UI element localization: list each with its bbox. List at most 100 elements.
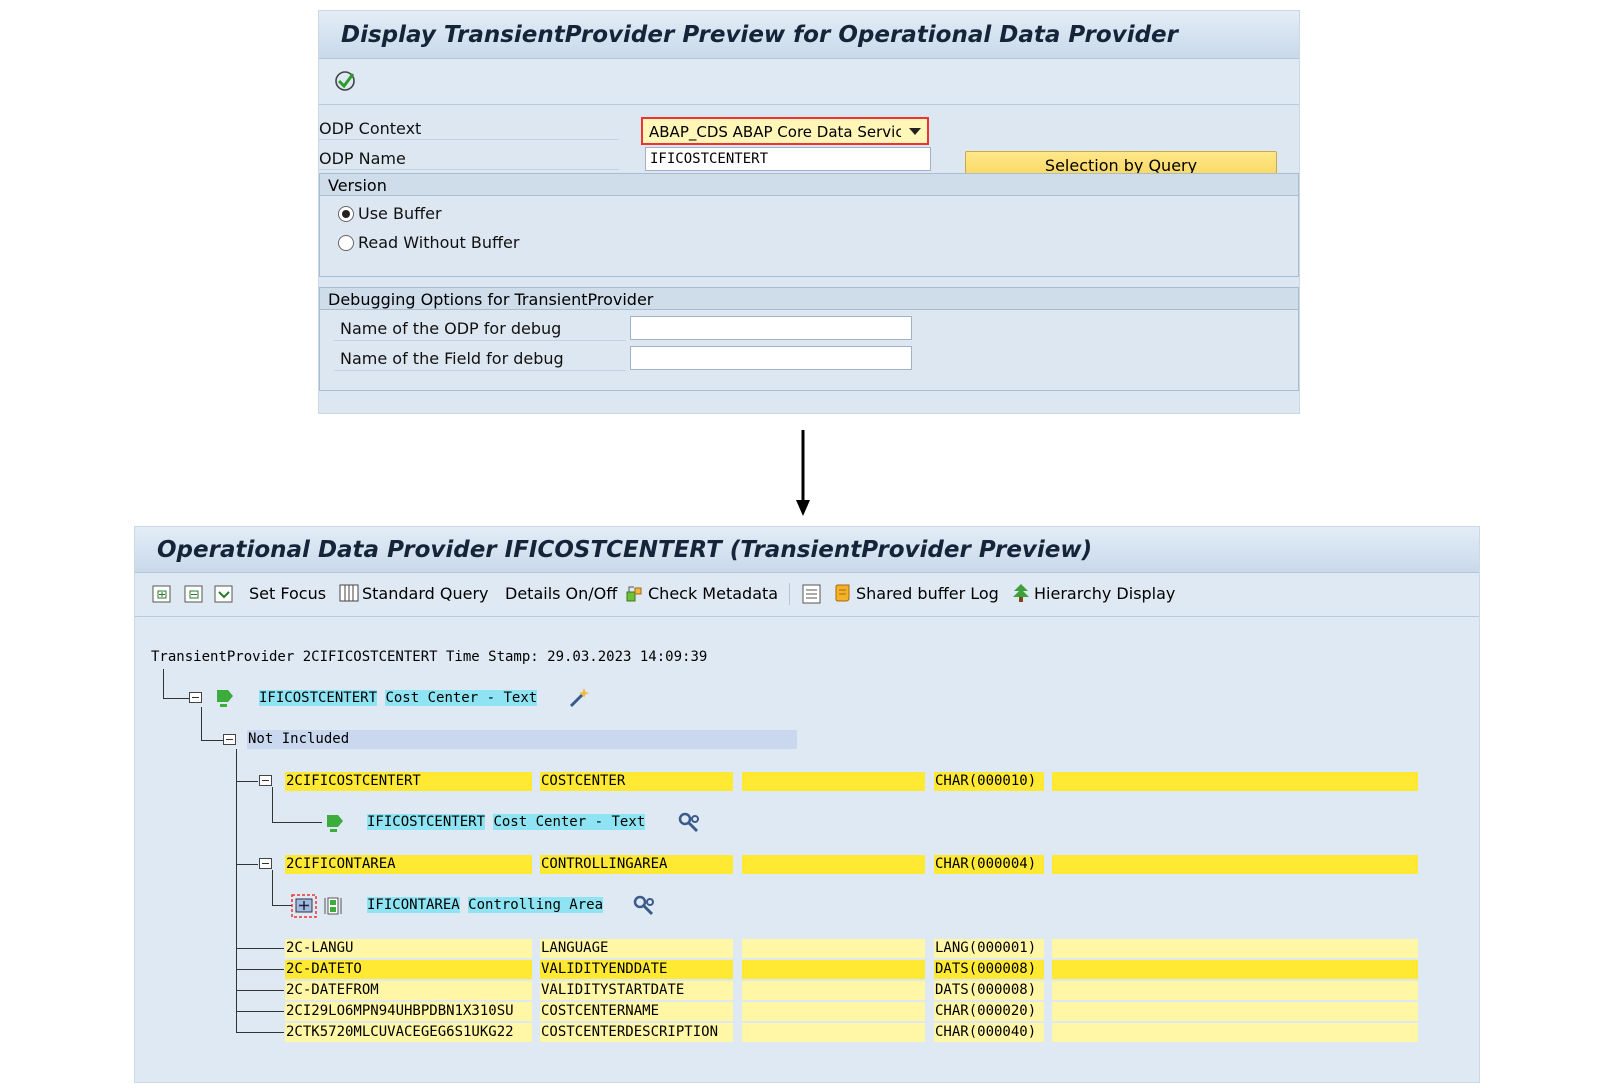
divider xyxy=(319,169,619,170)
root-node-desc: Cost Center - Text xyxy=(385,690,538,706)
root-node[interactable]: IFICOSTCENTERT Cost Center - Text xyxy=(259,690,538,706)
row-3-col-1[interactable]: 2C-LANGU xyxy=(285,939,532,958)
row-4-col-1[interactable]: 2C-DATETO xyxy=(285,960,532,979)
set-focus-button[interactable]: Set Focus xyxy=(249,582,326,606)
details-toggle-button[interactable]: Details On/Off xyxy=(505,582,617,606)
odp-name-label: ODP Name xyxy=(319,149,406,168)
info-object-icon[interactable] xyxy=(291,894,317,918)
collapse-node-icon[interactable] xyxy=(189,692,202,703)
expand-node-icon[interactable] xyxy=(213,582,235,606)
debug-group-header: Debugging Options for TransientProvider xyxy=(320,288,1298,310)
row-1-col-3 xyxy=(742,772,925,791)
hierarchy-display-button[interactable]: Hierarchy Display xyxy=(1011,582,1175,606)
list-icon[interactable] xyxy=(801,582,823,606)
window-title: Operational Data Provider IFICOSTCENTERT… xyxy=(157,537,1093,563)
odp-preview-window: Display TransientProvider Preview for Op… xyxy=(318,10,1300,414)
debug-odp-field[interactable] xyxy=(630,316,912,340)
toolbar xyxy=(319,59,1299,105)
toolbar-separator xyxy=(789,583,790,605)
row-6-col-1[interactable]: 2CI29LO6MPN94UHBPDBN1X310SU xyxy=(285,1002,532,1021)
child-node-1[interactable]: IFICOSTCENTERT Cost Center - Text xyxy=(367,814,646,830)
collapse-node-icon[interactable] xyxy=(259,775,272,786)
debug-field-input[interactable] xyxy=(631,347,911,369)
odp-context-label: ODP Context xyxy=(319,119,422,138)
tree-line xyxy=(236,1032,284,1033)
use-buffer-label: Use Buffer xyxy=(358,204,442,223)
hierarchy-icon xyxy=(1013,584,1029,602)
tree-line xyxy=(236,969,284,970)
debug-odp-input[interactable] xyxy=(631,317,911,339)
row-3-col-4: LANG(000001) xyxy=(934,939,1044,958)
wrench-icon[interactable] xyxy=(677,811,701,835)
tree-line xyxy=(236,948,284,949)
use-buffer-radio[interactable] xyxy=(338,206,354,222)
standard-query-button[interactable]: Standard Query xyxy=(339,582,489,606)
row-7-col-2: COSTCENTERDESCRIPTION xyxy=(540,1023,733,1042)
row-7-col-1[interactable]: 2CTK5720MLCUVACEGEG6S1UKG22 xyxy=(285,1023,532,1042)
row-5-col-3 xyxy=(742,981,925,1000)
child-node-2-desc: Controlling Area xyxy=(468,897,604,913)
collapse-all-icon[interactable] xyxy=(183,582,205,606)
row-5-col-4: DATS(000008) xyxy=(934,981,1044,1000)
transientprovider-preview-window: Operational Data Provider IFICOSTCENTERT… xyxy=(134,526,1480,1083)
check-metadata-label: Check Metadata xyxy=(648,584,779,603)
child-node-1-name: IFICOSTCENTERT xyxy=(367,814,486,830)
row-7-col-5 xyxy=(1052,1023,1418,1042)
shared-buffer-log-button[interactable]: Shared buffer Log xyxy=(833,582,999,606)
debug-odp-label: Name of the ODP for debug xyxy=(340,319,562,338)
row-2-col-1[interactable]: 2CIFICONTAREA xyxy=(285,855,532,874)
row-6-col-2: COSTCENTERNAME xyxy=(540,1002,733,1021)
standard-query-label: Standard Query xyxy=(362,584,489,603)
child-node-2-name: IFICONTAREA xyxy=(367,897,460,913)
tree-line xyxy=(272,870,273,906)
check-metadata-icon xyxy=(626,586,642,602)
cds-view-icon xyxy=(327,815,343,832)
row-3-col-5 xyxy=(1052,939,1418,958)
magic-wand-icon[interactable] xyxy=(567,686,591,710)
row-2-col-2: CONTROLLINGAREA xyxy=(540,855,733,874)
tree-line xyxy=(236,781,258,782)
divider xyxy=(319,139,619,140)
title-bar: Display TransientProvider Preview for Op… xyxy=(319,11,1299,59)
row-6-col-5 xyxy=(1052,1002,1418,1021)
wrench-icon[interactable] xyxy=(632,894,656,918)
divider xyxy=(334,340,626,341)
odp-name-input[interactable] xyxy=(646,148,930,170)
shared-buffer-log-label: Shared buffer Log xyxy=(856,584,999,603)
read-without-buffer-radio[interactable] xyxy=(338,235,354,251)
check-metadata-button[interactable]: Check Metadata xyxy=(625,582,778,606)
toolbar: Set Focus Standard Query Details On/Off … xyxy=(135,573,1479,617)
child-node-2[interactable]: IFICONTAREA Controlling Area xyxy=(367,897,604,913)
hierarchy-display-label: Hierarchy Display xyxy=(1034,584,1176,603)
table-icon xyxy=(339,584,359,602)
row-4-col-3 xyxy=(742,960,925,979)
row-1-col-1[interactable]: 2CIFICOSTCENTERT xyxy=(285,772,532,791)
collapse-node-icon[interactable] xyxy=(259,858,272,869)
version-group-header: Version xyxy=(320,174,1298,196)
window-title: Display TransientProvider Preview for Op… xyxy=(341,22,1178,48)
debug-group: Debugging Options for TransientProvider … xyxy=(319,287,1299,391)
row-5-col-1[interactable]: 2C-DATEFROM xyxy=(285,981,532,1000)
cds-view-icon xyxy=(217,690,233,707)
not-included-node[interactable]: Not Included xyxy=(247,730,797,749)
row-2-col-4: CHAR(000004) xyxy=(934,855,1044,874)
version-title: Version xyxy=(328,176,387,195)
debug-title: Debugging Options for TransientProvider xyxy=(328,290,654,309)
row-1-col-4: CHAR(000010) xyxy=(934,772,1044,791)
collapse-node-icon[interactable] xyxy=(223,734,236,745)
expand-all-icon[interactable] xyxy=(151,582,173,606)
row-6-col-3 xyxy=(742,1002,925,1021)
debug-field-field[interactable] xyxy=(630,346,912,370)
odp-name-field[interactable] xyxy=(645,147,931,171)
odp-context-dropdown[interactable]: ABAP_CDS ABAP Core Data Servic... xyxy=(641,117,929,145)
row-7-col-3 xyxy=(742,1023,925,1042)
debug-field-label: Name of the Field for debug xyxy=(340,349,564,368)
version-group: Version Use Buffer Read Without Buffer xyxy=(319,173,1299,277)
row-6-col-4: CHAR(000020) xyxy=(934,1002,1044,1021)
row-4-col-5 xyxy=(1052,960,1418,979)
scroll-log-icon xyxy=(835,584,850,602)
row-1-col-5 xyxy=(1052,772,1418,791)
execute-icon[interactable] xyxy=(333,69,357,93)
characteristic-icon xyxy=(324,897,342,915)
dropdown-arrow-icon[interactable] xyxy=(909,128,921,135)
